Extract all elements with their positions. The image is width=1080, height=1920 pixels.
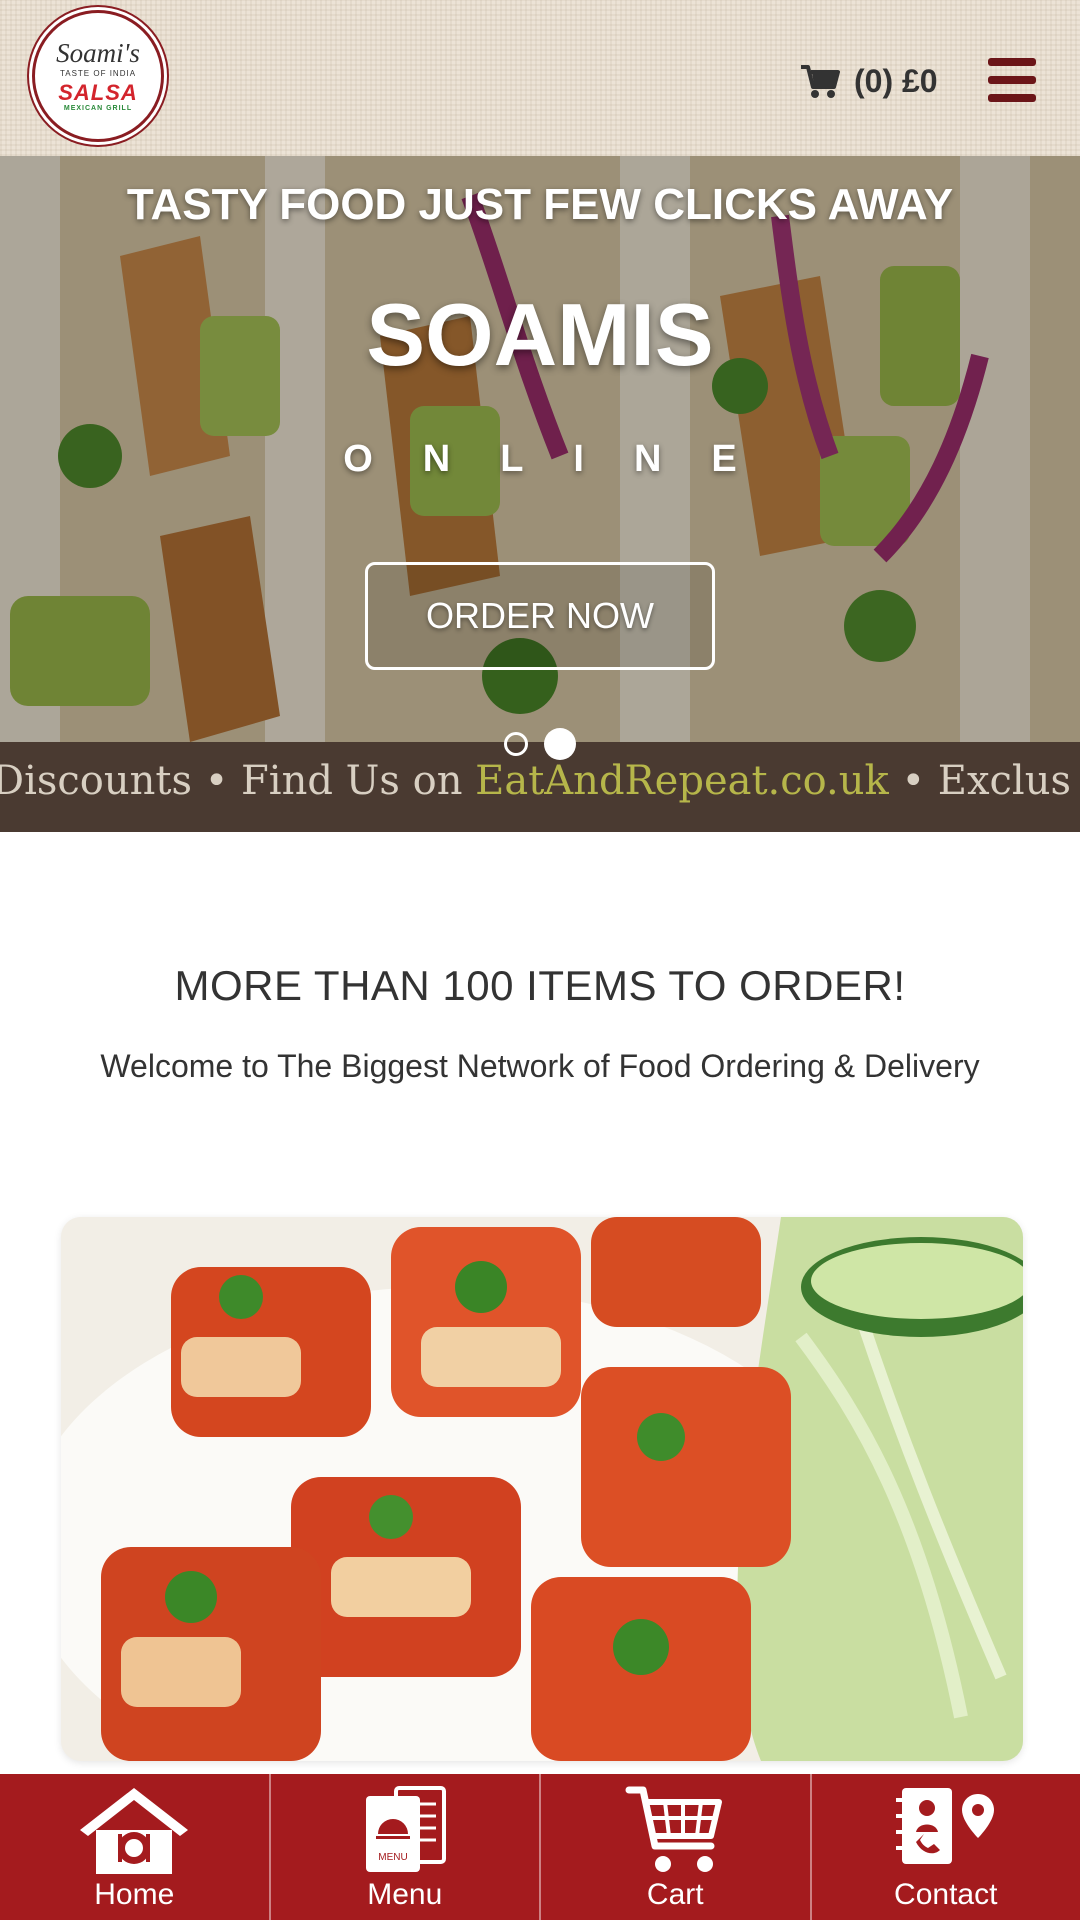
nav-contact[interactable]: Contact [812, 1774, 1080, 1920]
ticker-link[interactable]: EatAndRepeat.co.uk [475, 758, 889, 804]
logo-sub: MEXICAN GRILL [63, 105, 133, 113]
nav-cart[interactable]: Cart [541, 1774, 812, 1920]
bottom-navigation: Home MENU Menu Cart Contact [0, 1774, 1080, 1920]
header-cart-link[interactable]: (0) £0 [800, 60, 938, 102]
featured-dish-image[interactable] [61, 1217, 1023, 1761]
hamburger-icon-bar [988, 94, 1036, 102]
cart-icon [801, 65, 840, 98]
carousel-dot-2[interactable] [544, 728, 576, 760]
menu-book-icon: MENU [365, 1786, 446, 1872]
carousel-dot-1[interactable] [504, 732, 528, 756]
home-icon [80, 1788, 189, 1874]
hero-subtitle: ONLINE [343, 438, 787, 480]
nav-menu[interactable]: MENU Menu [271, 1774, 541, 1920]
hamburger-menu-button[interactable] [988, 58, 1036, 102]
carousel-pagination [504, 728, 576, 760]
logo[interactable]: Soami's TASTE OF INDIA SALSA MEXICAN GRI… [32, 10, 164, 142]
hero-title: SOAMIS [366, 285, 714, 384]
nav-home-label: Home [94, 1878, 175, 1911]
order-now-button[interactable]: ORDER NOW [365, 562, 715, 670]
hero-carousel[interactable]: TASTY FOOD JUST FEW CLICKS AWAY SOAMIS O… [0, 156, 1080, 742]
section-welcome-text: Welcome to The Biggest Network of Food O… [100, 1048, 980, 1084]
hamburger-icon-bar [988, 58, 1036, 66]
logo-tagline: TASTE OF INDIA [59, 68, 137, 78]
section-headline: MORE THAN 100 ITEMS TO ORDER! [174, 962, 906, 1009]
nav-contact-label: Contact [894, 1878, 998, 1911]
menu-book-icon-text: MENU [378, 1852, 407, 1863]
ticker-text: Discounts • Find Us on EatAndRepeat.co.u… [0, 758, 1071, 804]
hero-tagline: TASTY FOOD JUST FEW CLICKS AWAY [126, 180, 954, 229]
contact-icon [895, 1788, 994, 1864]
nav-cart-label: Cart [646, 1878, 704, 1911]
logo-name: SALSA [58, 79, 138, 105]
hamburger-icon-bar [988, 76, 1036, 84]
ticker-text-after: • Exclus [888, 758, 1072, 804]
header: Soami's TASTE OF INDIA SALSA MEXICAN GRI… [0, 0, 1080, 156]
nav-home[interactable]: Home [0, 1774, 271, 1920]
nav-menu-label: Menu [367, 1878, 443, 1911]
logo-script: Soami's [56, 37, 140, 68]
dish-photo [61, 1217, 1023, 1761]
cart-summary: (0) £0 [854, 62, 938, 99]
ticker-text-before: Discounts • Find Us on [0, 758, 476, 804]
cart-icon [625, 1786, 723, 1872]
